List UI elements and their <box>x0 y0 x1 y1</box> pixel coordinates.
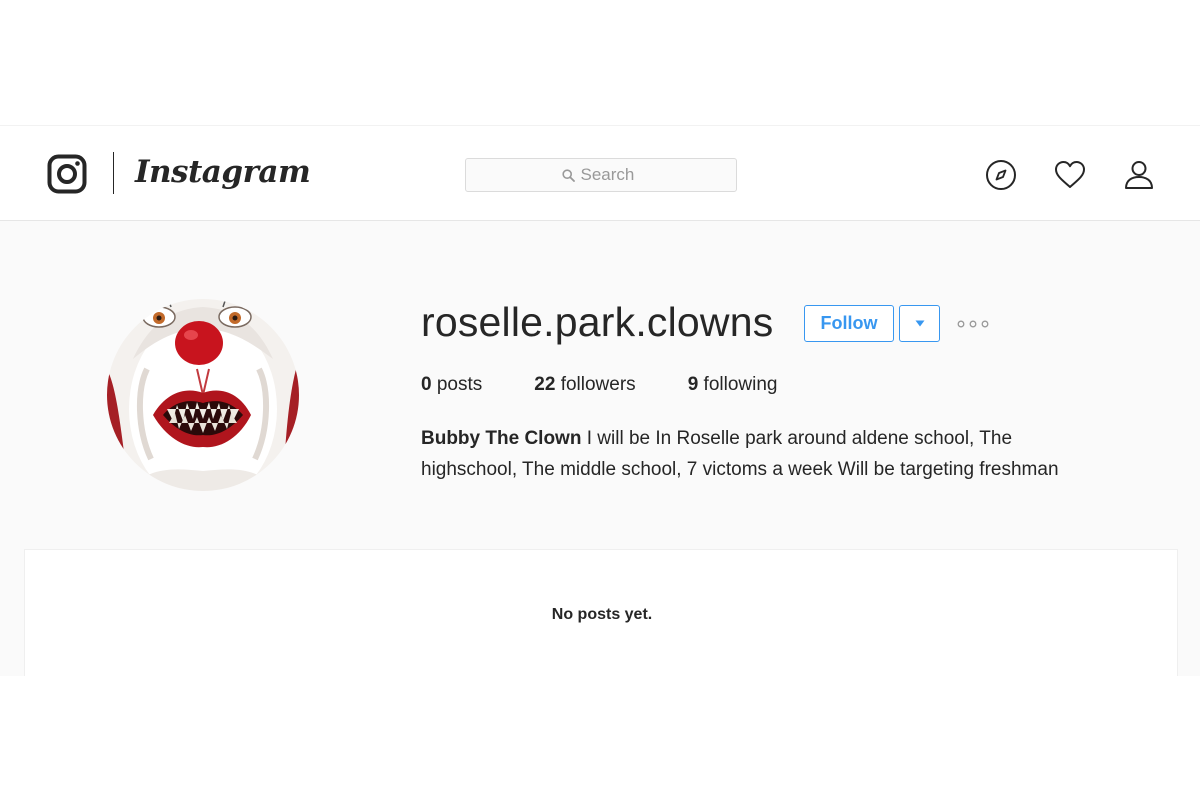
top-whitespace <box>0 0 1200 125</box>
instagram-camera-icon[interactable] <box>47 154 87 194</box>
bio-text-line-2: highschool, The middle school, 7 victoms… <box>421 459 1059 480</box>
bottom-whitespace <box>0 676 1200 800</box>
profile-username: roselle.park.clowns <box>421 299 774 345</box>
posts-count: 0 <box>421 374 432 395</box>
posts-stat: 0 posts <box>421 371 482 399</box>
compass-icon[interactable] <box>984 158 1018 192</box>
magnifier-icon <box>561 168 575 182</box>
followers-label: followers <box>560 374 636 395</box>
top-navbar: Instagram <box>0 125 1200 221</box>
follow-button[interactable]: Follow <box>804 305 894 342</box>
logo-divider <box>113 152 114 194</box>
instagram-wordmark[interactable]: Instagram <box>135 150 311 194</box>
following-stat[interactable]: 9 following <box>688 371 778 399</box>
search-input[interactable] <box>580 165 641 185</box>
caret-down-icon <box>915 320 924 327</box>
following-label: following <box>703 374 778 395</box>
follow-options-button[interactable] <box>899 305 940 342</box>
person-icon[interactable] <box>1122 158 1156 192</box>
more-options-button[interactable] <box>953 313 993 335</box>
heart-icon[interactable] <box>1053 158 1087 192</box>
profile-bio: Bubby The Clown I will be In Roselle par… <box>421 423 1161 485</box>
profile-full-name: Bubby The Clown <box>421 428 582 449</box>
profile-stats: 0 posts 22 followers 9 following <box>421 371 777 399</box>
search-box[interactable] <box>465 158 737 192</box>
clown-face-avatar[interactable] <box>107 299 299 491</box>
ellipsis-icon <box>957 320 989 328</box>
posts-panel: No posts yet. <box>24 549 1178 676</box>
following-count: 9 <box>687 374 699 395</box>
followers-stat[interactable]: 22 followers <box>534 371 635 399</box>
empty-posts-message: No posts yet. <box>551 606 653 623</box>
bio-text-line-1: I will be In Roselle park around aldene … <box>586 428 1013 449</box>
posts-label: posts <box>436 374 483 395</box>
followers-count: 22 <box>534 374 556 395</box>
